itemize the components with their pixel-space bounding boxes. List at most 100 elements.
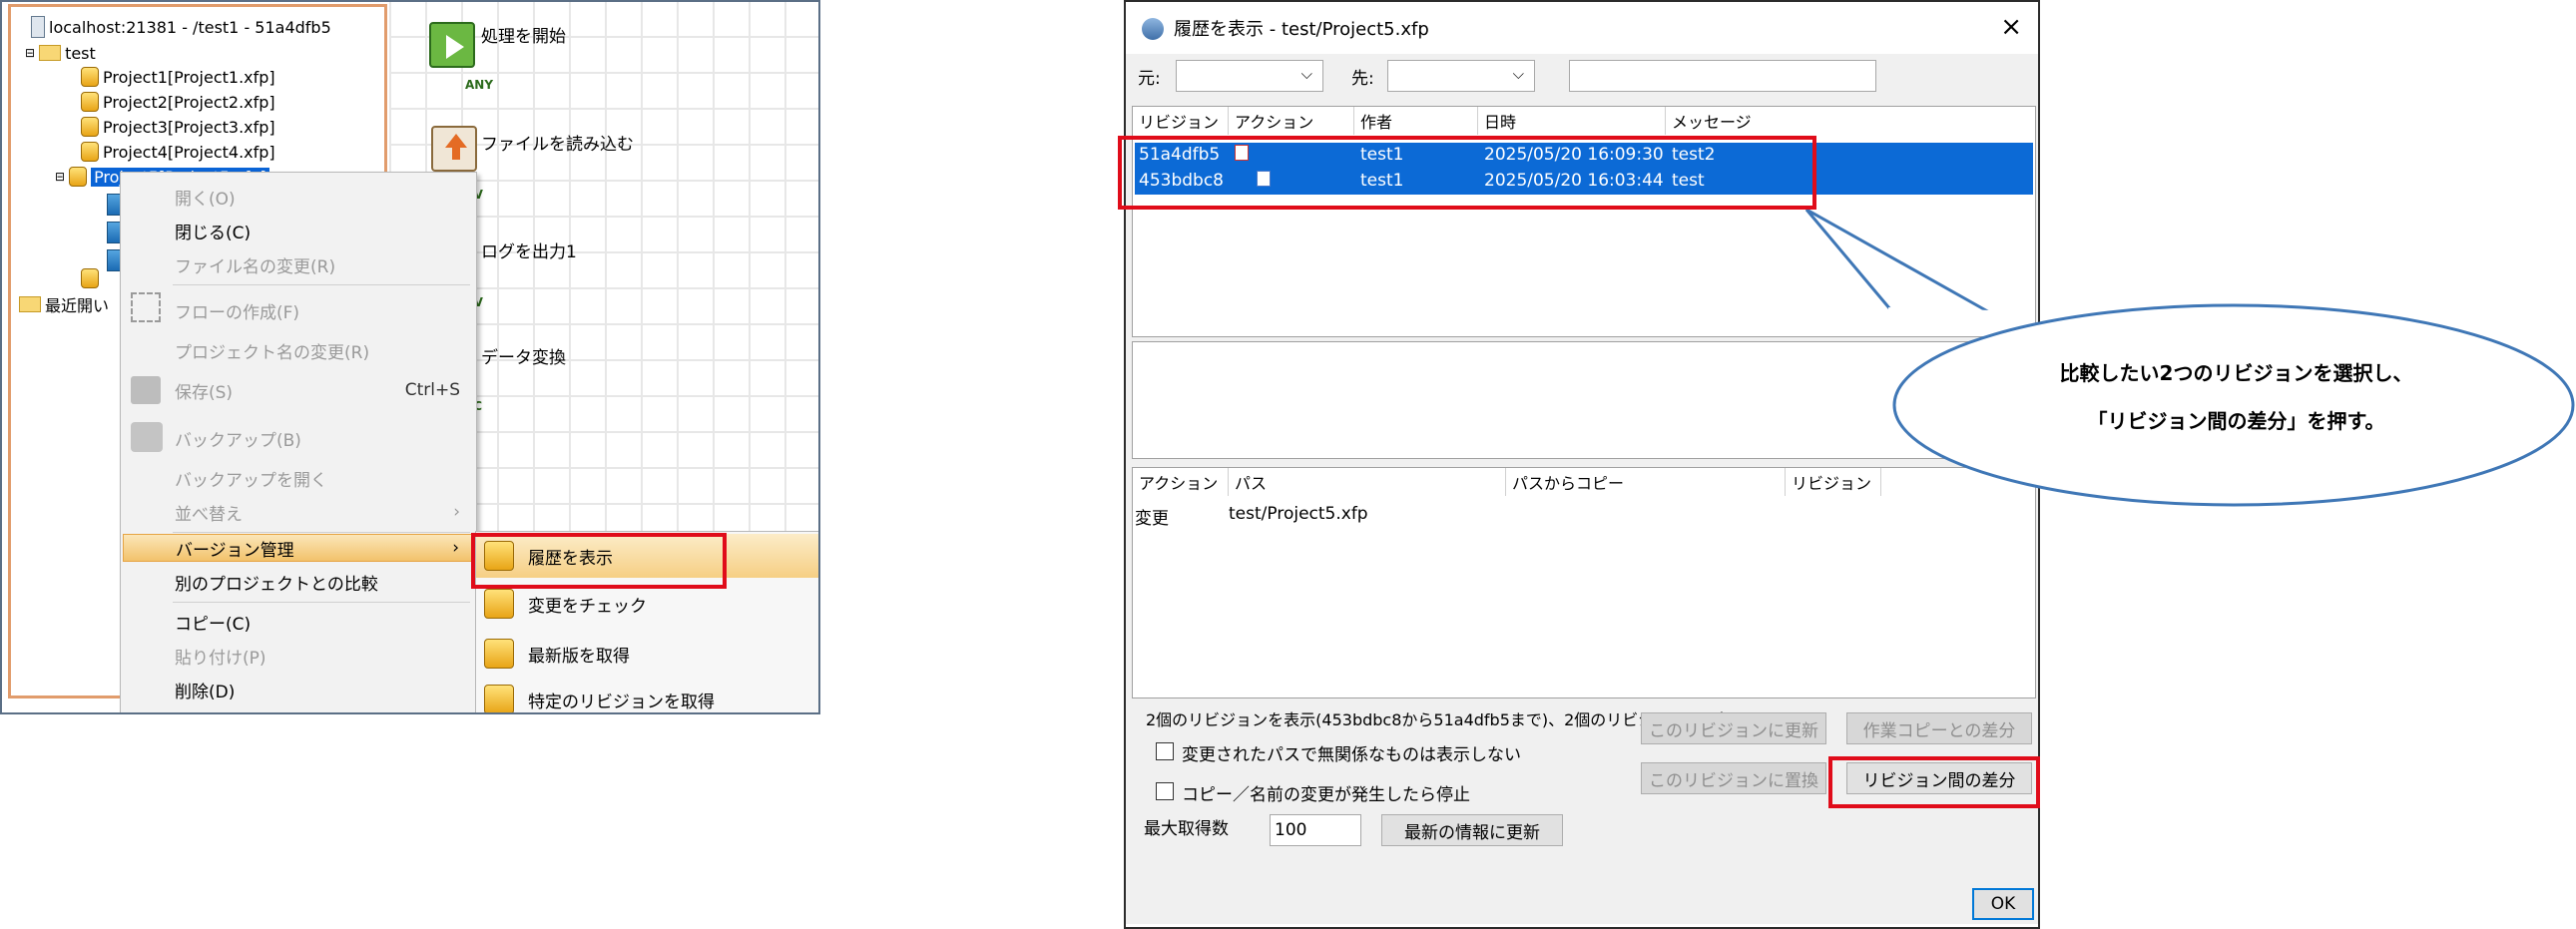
menu-rename-file[interactable]: ファイル名の変更(R) (123, 250, 474, 278)
chevron-right-icon: › (453, 502, 460, 522)
chevron-right-icon: › (452, 538, 459, 558)
from-select[interactable]: ⌵ (1176, 60, 1323, 92)
dialog-titlebar: 履歴を表示 - test/Project5.xfp × (1126, 2, 2038, 54)
menu-rename-project[interactable]: プロジェクト名の変更(R) (123, 336, 474, 364)
col-date[interactable]: 日時 (1478, 107, 1666, 135)
tree-project-1[interactable]: Project1[Project1.xfp] (81, 65, 275, 89)
menu-copy[interactable]: コピー(C) (123, 608, 474, 636)
project-db-icon (69, 167, 88, 187)
from-label: 元: (1138, 69, 1161, 89)
app-icon (1142, 18, 1164, 40)
canvas-item-convert[interactable]: データ変換 (481, 343, 566, 368)
submenu-check-label: 変更をチェック (528, 596, 647, 617)
path-row-path[interactable]: test/Project5.xfp (1229, 504, 1368, 524)
menu-close[interactable]: 閉じる(C) (123, 217, 474, 244)
col-author[interactable]: 作者 (1354, 107, 1478, 135)
project-db-icon (81, 268, 99, 288)
submenu-latest-label: 最新版を取得 (528, 646, 630, 667)
left-screenshot: localhost:21381 - /test1 - 51a4dfb5 ⊟ tes… (0, 0, 820, 714)
max-count-label: 最大取得数 (1144, 819, 1229, 839)
callout-bubble: 比較したい2つのリビジョンを選択し、 「リビジョン間の差分」を押す。 (1797, 210, 2576, 509)
chevron-down-icon: ⌵ (1300, 65, 1312, 83)
start-icon[interactable] (429, 22, 475, 68)
create-flow-icon (131, 292, 161, 322)
menu-version[interactable]: バージョン管理 › (123, 534, 474, 562)
highlight-history (471, 533, 727, 589)
tree-project-3[interactable]: Project3[Project3.xfp] (81, 115, 275, 139)
get-revision-icon (484, 685, 514, 712)
project-db-icon (81, 92, 99, 112)
menu-sort[interactable]: 並べ替え › (123, 498, 474, 526)
checkbox-stop[interactable] (1156, 782, 1174, 800)
menu-sort-label: 並べ替え (175, 504, 243, 525)
tree-project-2[interactable]: Project2[Project2.xfp] (81, 90, 275, 114)
chevron-down-icon: ⌵ (1512, 65, 1524, 83)
callout-line-1: 比較したい2つのリビジョンを選択し、 (2059, 361, 2413, 385)
checkbox-unrelated[interactable] (1156, 742, 1174, 760)
diff-working-copy-button[interactable]: 作業コピーとの差分 (1846, 712, 2032, 744)
col-action[interactable]: アクション (1229, 107, 1354, 135)
project-db-icon (81, 142, 99, 162)
replace-revision-button[interactable]: このリビジョンに置換 (1641, 762, 1826, 794)
menu-open-backup[interactable]: バックアップを開く (123, 464, 474, 492)
context-menu: 開く(O) 閉じる(C) ファイル名の変更(R) フローの作成(F) プロジェク… (120, 172, 477, 712)
to-label: 先: (1351, 69, 1374, 89)
backup-icon (131, 422, 163, 452)
col-copy-from[interactable]: パスからコピー (1506, 468, 1786, 496)
dialog-title: 履歴を表示 - test/Project5.xfp (1174, 19, 1429, 40)
menu-paste[interactable]: 貼り付け(P) (123, 642, 474, 670)
tree-root-label: test (65, 43, 96, 63)
menu-backup[interactable]: バックアップ(B) (123, 424, 474, 452)
to-select[interactable]: ⌵ (1387, 60, 1535, 92)
tree-project-4[interactable]: Project4[Project4.xfp] (81, 140, 275, 164)
filter-input[interactable] (1569, 60, 1876, 92)
menu-open[interactable]: 開く(O) (123, 183, 474, 211)
submenu-latest[interactable]: 最新版を取得 (476, 632, 818, 676)
submenu-specific[interactable]: 特定のリビジョンを取得 (476, 678, 818, 712)
menu-delete[interactable]: 削除(D) (123, 676, 474, 703)
tree-server-label: localhost:21381 - /test1 - 51a4dfb5 (49, 17, 331, 37)
file-read-icon[interactable] (431, 126, 477, 172)
path-row-action[interactable]: 変更 (1135, 504, 1169, 529)
checkbox-unrelated-label: 変更されたパスで無関係なものは表示しない (1182, 745, 1521, 765)
folder-icon (19, 296, 41, 312)
col-message[interactable]: メッセージ (1666, 107, 2035, 135)
callout-line-2: 「リビジョン間の差分」を押す。 (2087, 409, 2385, 433)
project-db-icon (81, 67, 99, 87)
menu-separator (173, 284, 470, 285)
canvas-tag: ANY (465, 78, 494, 92)
tree-project-label: Project4[Project4.xfp] (103, 142, 275, 162)
collapse-icon: ⊟ (25, 46, 36, 60)
tree-project-label: Project1[Project1.xfp] (103, 67, 275, 87)
menu-create-flow[interactable]: フローの作成(F) (123, 296, 474, 324)
update-to-revision-button[interactable]: このリビジョンに更新 (1641, 712, 1826, 744)
tree-root[interactable]: ⊟ test (25, 41, 96, 65)
max-count-input[interactable]: 100 (1270, 814, 1361, 846)
menu-version-label: バージョン管理 (176, 540, 294, 561)
checkbox-stop-label: コピー／名前の変更が発生したら停止 (1182, 785, 1470, 805)
tree-server[interactable]: localhost:21381 - /test1 - 51a4dfb5 (31, 15, 331, 39)
highlight-rows (1118, 136, 1816, 210)
menu-compare[interactable]: 別のプロジェクトとの比較 (123, 568, 474, 596)
submenu-specific-label: 特定のリビジョンを取得 (528, 692, 715, 712)
col-revision[interactable]: リビジョン (1133, 107, 1229, 135)
refresh-button[interactable]: 最新の情報に更新 (1381, 814, 1563, 846)
save-icon (131, 376, 161, 404)
menu-save-shortcut: Ctrl+S (404, 380, 460, 400)
canvas-item-start[interactable]: 処理を開始 (481, 22, 566, 47)
tree-child[interactable] (81, 266, 103, 290)
menu-save[interactable]: 保存(S) Ctrl+S (123, 376, 474, 404)
folder-icon (39, 45, 62, 61)
tree-project-label: Project3[Project3.xfp] (103, 117, 275, 137)
col-path[interactable]: パス (1229, 468, 1506, 496)
menu-separator (173, 602, 470, 603)
get-latest-icon (484, 639, 514, 669)
canvas-item-read[interactable]: ファイルを読み込む (481, 130, 634, 155)
menu-separator (173, 532, 470, 533)
canvas-item-log[interactable]: ログを出力1 (481, 237, 577, 262)
collapse-icon: ⊟ (55, 170, 66, 184)
ok-button[interactable]: OK (1972, 888, 2034, 920)
tree-recent[interactable]: 最近開い (19, 292, 109, 316)
close-icon[interactable]: × (2000, 12, 2022, 42)
col-path-action[interactable]: アクション (1133, 468, 1229, 496)
